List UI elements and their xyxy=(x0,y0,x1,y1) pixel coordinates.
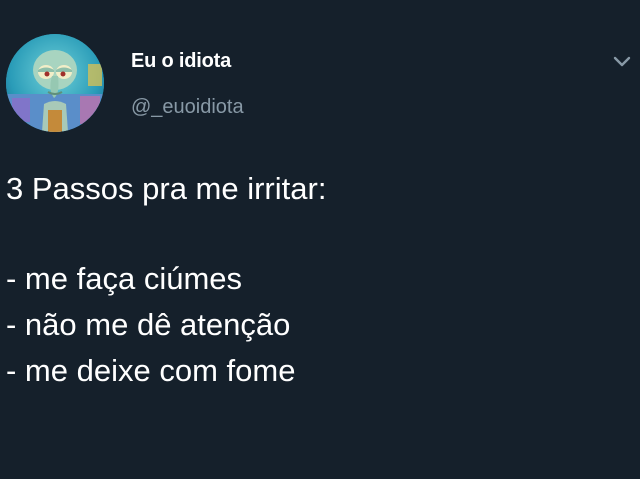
author-display-name[interactable]: Eu o idiota xyxy=(131,50,231,73)
tweet-text-line: 3 Passos pra me irritar: xyxy=(6,171,327,206)
tweet-text-line: - não me dê atenção xyxy=(6,307,291,342)
author-handle[interactable]: @_euoidiota xyxy=(131,96,244,119)
tweet-card: Eu o idiota @_euoidiota 3 Passos pra me … xyxy=(0,0,640,479)
squidward-avatar-icon xyxy=(6,34,104,132)
tweet-text-line xyxy=(6,212,626,256)
tweet-text: 3 Passos pra me irritar: - me faça ciúme… xyxy=(6,166,626,394)
avatar[interactable] xyxy=(6,34,104,132)
tweet-text-line: - me deixe com fome xyxy=(6,353,296,388)
chevron-down-icon xyxy=(613,56,631,67)
more-options-button[interactable] xyxy=(608,50,636,72)
tweet-text-line: - me faça ciúmes xyxy=(6,261,243,296)
